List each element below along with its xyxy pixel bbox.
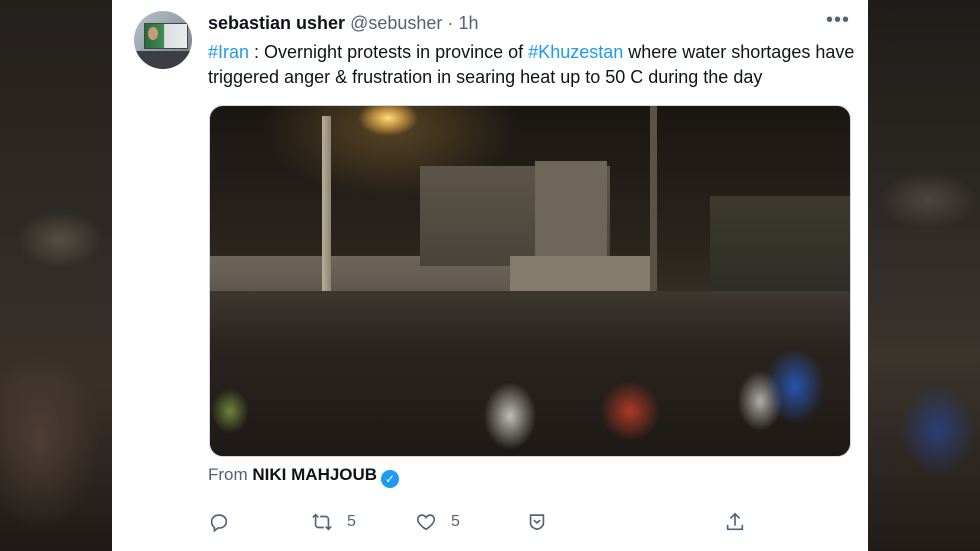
- bookmark-icon: [529, 514, 545, 531]
- background-blur-left: [0, 0, 112, 551]
- tweet-actions: 5 5: [208, 508, 858, 536]
- hashtag-khuzestan[interactable]: #Khuzestan: [528, 42, 623, 62]
- reply-button[interactable]: [208, 508, 244, 536]
- avatar[interactable]: [134, 11, 192, 69]
- media-source[interactable]: NIKI MAHJOUB: [252, 465, 377, 484]
- retweet-icon: [312, 513, 332, 531]
- background-blur-right: [868, 0, 980, 551]
- reply-icon: [210, 514, 228, 533]
- like-button[interactable]: 5: [415, 508, 460, 536]
- verified-badge-icon: ✓: [381, 470, 400, 488]
- heart-icon: [416, 514, 436, 531]
- retweet-button[interactable]: 5: [311, 508, 356, 536]
- author-handle[interactable]: @sebusher: [350, 13, 442, 33]
- more-horizontal-icon[interactable]: •••: [824, 10, 852, 34]
- tweet-text: #Iran : Overnight protests in province o…: [208, 40, 858, 90]
- author-name[interactable]: sebastian usher: [208, 13, 345, 33]
- share-button[interactable]: [724, 508, 746, 536]
- media-attribution: From NIKI MAHJOUB ✓: [208, 465, 400, 488]
- retweet-count: 5: [347, 513, 356, 530]
- share-icon: [726, 512, 744, 531]
- tweet-text-segment: : Overnight protests in province of: [249, 42, 529, 62]
- separator-dot: ·: [447, 13, 454, 33]
- tweet-time[interactable]: 1h: [458, 13, 478, 33]
- hashtag-iran[interactable]: #Iran: [208, 42, 249, 62]
- like-count: 5: [451, 513, 460, 530]
- tweet-card: sebastian usher @sebusher · 1h ••• #Iran…: [112, 0, 868, 551]
- bookmark-button[interactable]: [526, 508, 548, 536]
- from-label: From: [208, 465, 248, 484]
- tweet-header: sebastian usher @sebusher · 1h: [208, 13, 478, 34]
- tweet-video[interactable]: [209, 105, 851, 457]
